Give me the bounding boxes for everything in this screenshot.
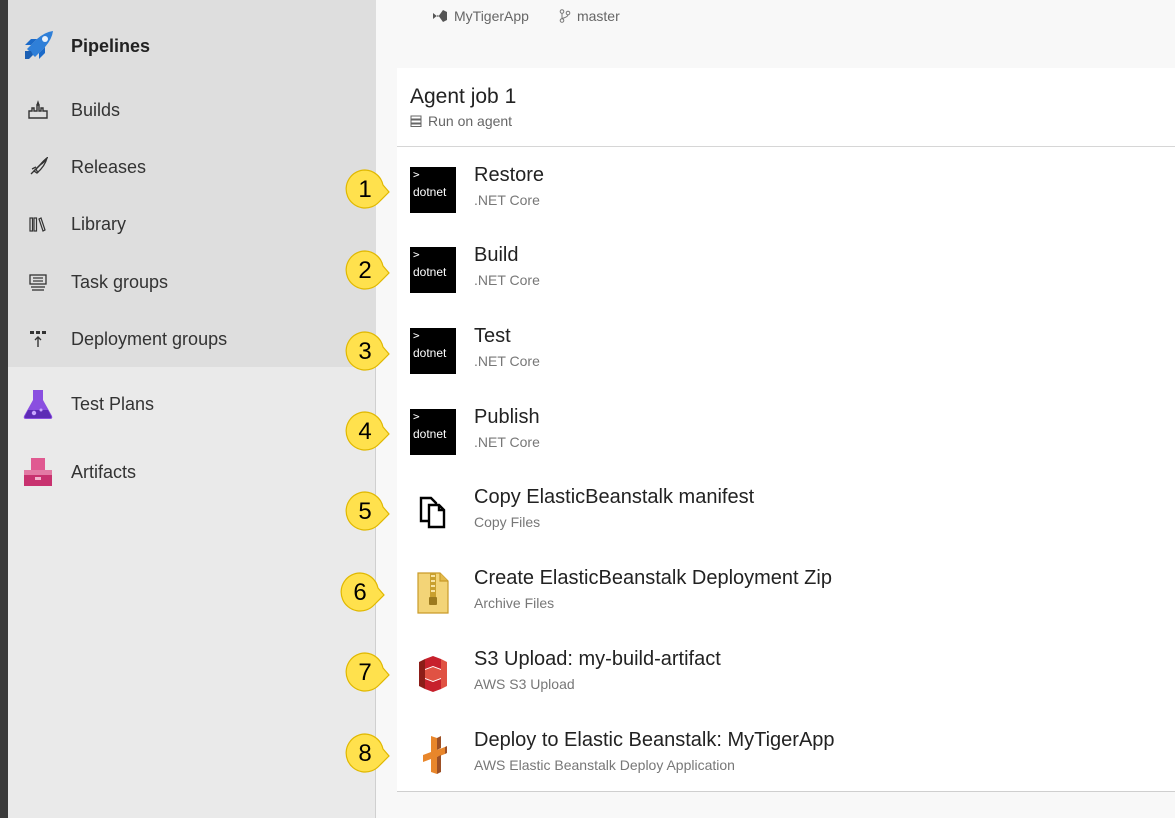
dotnet-icon: > dotnet <box>410 328 456 374</box>
builds-icon <box>20 92 56 128</box>
task-name: Restore <box>474 164 545 186</box>
step-callout-2: 2 <box>345 248 391 294</box>
pipeline-topbar: MyTigerApp master <box>432 8 650 24</box>
main-content: MyTigerApp master Agent job 1 Run on age… <box>377 0 1175 818</box>
task-test[interactable]: > dotnet Test .NET Core <box>397 310 1175 390</box>
pipelines-subnav: Pipelines Builds Releases Library Task g <box>8 0 376 367</box>
task-publish[interactable]: > dotnet Publish .NET Core <box>397 391 1175 471</box>
task-name: Copy ElasticBeanstalk manifest <box>474 486 755 508</box>
sidebar-item-label: Test Plans <box>71 393 155 414</box>
step-callout-4: 4 <box>345 409 391 455</box>
task-create-zip[interactable]: Create ElasticBeanstalk Deployment Zip A… <box>397 552 1175 632</box>
dotnet-prompt: > <box>413 168 420 181</box>
task-name: Build <box>474 244 519 266</box>
callout-number: 4 <box>358 418 372 445</box>
callout-number: 3 <box>358 338 372 365</box>
branch-name: master <box>576 8 620 24</box>
dotnet-prompt: > <box>413 329 420 342</box>
agent-job-subtitle: Run on agent <box>410 113 512 129</box>
sidebar-item-pipelines[interactable]: Pipelines <box>8 20 376 72</box>
callout-number: 2 <box>358 257 372 284</box>
task-deploy-beanstalk[interactable]: Deploy to Elastic Beanstalk: MyTigerApp … <box>397 714 1175 794</box>
dotnet-icon: > dotnet <box>410 167 456 213</box>
sidebar-item-label: Library <box>71 213 127 234</box>
library-icon <box>20 206 56 242</box>
sidebar-item-label: Deployment groups <box>71 328 228 349</box>
test-plans-flask-icon <box>20 386 56 422</box>
releases-rocket-icon <box>20 149 56 185</box>
sidebar-item-label: Releases <box>71 156 147 177</box>
step-callout-7: 7 <box>345 650 391 696</box>
task-type: .NET Core <box>474 434 540 450</box>
task-s3-upload[interactable]: S3 Upload: my-build-artifact AWS S3 Uplo… <box>397 633 1175 713</box>
callout-number: 7 <box>358 659 372 686</box>
step-callout-8: 8 <box>345 731 391 777</box>
dotnet-label: dotnet <box>413 265 447 279</box>
task-copy-manifest[interactable]: Copy ElasticBeanstalk manifest Copy File… <box>397 471 1175 551</box>
callout-number: 1 <box>358 176 372 203</box>
task-type: Archive Files <box>474 595 555 611</box>
dotnet-icon: > dotnet <box>410 247 456 293</box>
task-name: Create ElasticBeanstalk Deployment Zip <box>474 567 832 589</box>
artifacts-package-icon <box>20 454 56 490</box>
aws-elastic-beanstalk-icon <box>410 732 456 778</box>
branch-selector[interactable]: master <box>559 8 620 24</box>
left-sidebar: Pipelines Builds Releases Library Task g <box>0 0 376 818</box>
task-type: AWS Elastic Beanstalk Deploy Application <box>474 757 735 773</box>
callout-number: 8 <box>358 740 372 767</box>
task-name: Publish <box>474 406 540 428</box>
deployment-groups-icon <box>20 321 56 357</box>
task-restore[interactable]: > dotnet Restore .NET Core <box>397 149 1175 229</box>
dotnet-label: dotnet <box>413 346 447 360</box>
callout-number: 5 <box>358 498 372 525</box>
job-panel: Agent job 1 Run on agent > dotnet Restore… <box>397 68 1175 792</box>
step-callout-5: 5 <box>345 489 391 535</box>
dotnet-prompt: > <box>413 248 420 261</box>
pipelines-icon <box>20 28 56 64</box>
sidebar-item-library[interactable]: Library <box>8 198 376 250</box>
task-type: .NET Core <box>474 272 540 288</box>
task-type: AWS S3 Upload <box>474 676 575 692</box>
sidebar-item-label: Builds <box>71 99 121 120</box>
sidebar-item-test-plans[interactable]: Test Plans <box>8 378 376 430</box>
dotnet-label: dotnet <box>413 185 447 199</box>
branch-icon <box>559 9 571 23</box>
copy-files-icon <box>410 489 456 535</box>
sidebar-item-label: Artifacts <box>71 461 137 482</box>
task-type: Copy Files <box>474 514 541 530</box>
dotnet-label: dotnet <box>413 427 447 441</box>
task-type: .NET Core <box>474 353 540 369</box>
task-groups-icon <box>20 264 56 300</box>
repo-selector[interactable]: MyTigerApp <box>432 8 529 24</box>
sidebar-item-releases[interactable]: Releases <box>8 141 376 193</box>
callout-number: 6 <box>353 579 367 606</box>
aws-s3-icon <box>410 651 456 697</box>
agent-job-header[interactable]: Agent job 1 Run on agent <box>397 68 1175 147</box>
task-build[interactable]: > dotnet Build .NET Core <box>397 229 1175 309</box>
dotnet-icon: > dotnet <box>410 409 456 455</box>
task-name: Test <box>474 325 511 347</box>
step-callout-6: 6 <box>340 570 386 616</box>
sidebar-item-deployment-groups[interactable]: Deployment groups <box>8 313 376 365</box>
step-callout-3: 3 <box>345 329 391 375</box>
sidebar-item-label: Task groups <box>71 271 169 292</box>
agent-server-icon <box>410 115 422 127</box>
sidebar-item-artifacts[interactable]: Artifacts <box>8 446 376 498</box>
sidebar-item-builds[interactable]: Builds <box>8 84 376 136</box>
archive-zip-icon <box>410 570 456 616</box>
repo-name: MyTigerApp <box>454 8 529 24</box>
task-name: S3 Upload: my-build-artifact <box>474 648 721 670</box>
agent-job-title: Agent job 1 <box>410 85 517 108</box>
task-type: .NET Core <box>474 192 540 208</box>
vs-repo-icon <box>433 10 447 22</box>
agent-job-subtitle-text: Run on agent <box>428 113 513 129</box>
task-name: Deploy to Elastic Beanstalk: MyTigerApp <box>474 729 835 751</box>
dotnet-prompt: > <box>413 410 420 423</box>
sidebar-item-task-groups[interactable]: Task groups <box>8 256 376 308</box>
sidebar-item-label: Pipelines <box>71 35 151 56</box>
step-callout-1: 1 <box>345 167 391 213</box>
